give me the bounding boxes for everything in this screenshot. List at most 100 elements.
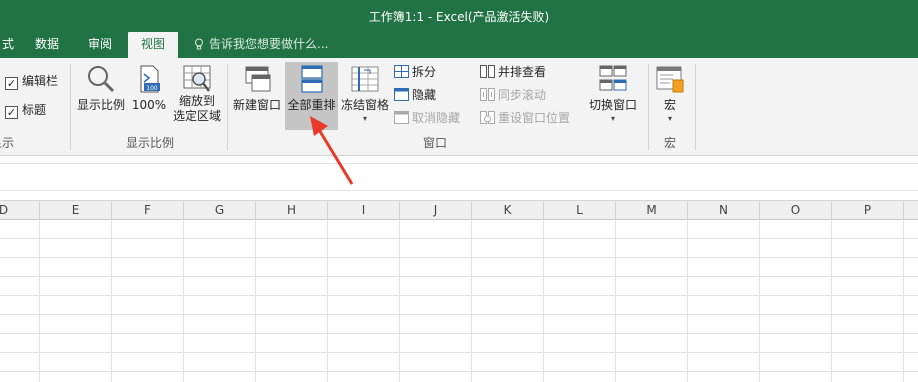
- chevron-down-icon: ▾: [667, 114, 672, 123]
- hide-label: 隐藏: [412, 88, 437, 102]
- grid-column-line: [255, 220, 256, 382]
- sync-scroll-button[interactable]: 同步滚动: [480, 86, 546, 106]
- zoom-label: 显示比例: [76, 98, 125, 112]
- split-icon: [394, 65, 409, 78]
- separator: [695, 64, 696, 150]
- column-header-o[interactable]: O: [760, 201, 832, 220]
- macro-icon: [656, 66, 684, 93]
- freeze-panes-icon: [351, 66, 379, 92]
- column-header-i[interactable]: I: [328, 201, 400, 220]
- grid-column-line: [399, 220, 400, 382]
- column-header-f[interactable]: F: [112, 201, 184, 220]
- formula-bar-checkbox[interactable]: ✓ 编辑栏: [5, 72, 58, 92]
- split-label: 拆分: [412, 65, 437, 79]
- split-button[interactable]: 拆分: [394, 63, 436, 83]
- window-title: 工作簿1:1 - Excel(产品激活失败): [368, 10, 550, 24]
- column-header-k[interactable]: K: [472, 201, 544, 220]
- new-window-button[interactable]: 新建窗口: [230, 64, 284, 130]
- zoom-group-label: 显示比例: [125, 136, 174, 150]
- zoom-selection-line2: 选定区域: [172, 109, 221, 123]
- zoom-to-selection-button[interactable]: 缩放到 选定区域: [170, 64, 224, 130]
- tab-data[interactable]: 数据: [24, 32, 70, 58]
- zoom-100-label: 100%: [131, 98, 167, 112]
- tab-review[interactable]: 审阅: [76, 32, 124, 58]
- macros-group-label: 宏: [663, 136, 676, 150]
- grid-row-line: [0, 257, 918, 258]
- column-header-e[interactable]: E: [40, 201, 112, 220]
- grid-column-line: [543, 220, 544, 382]
- unhide-window-icon: [394, 111, 409, 124]
- separator: [227, 64, 228, 150]
- grid-column-line: [39, 220, 40, 382]
- sync-scroll-icon: [480, 88, 495, 101]
- macros-label: 宏: [663, 98, 676, 112]
- chevron-down-icon: ▾: [610, 114, 615, 123]
- column-header-n[interactable]: N: [688, 201, 760, 220]
- column-header-h[interactable]: H: [256, 201, 328, 220]
- lightbulb-icon: [195, 38, 203, 50]
- ribbon-tab-strip: 式 数据 审阅 视图 告诉我您想要做什么...: [0, 32, 918, 58]
- grid-row-line: [0, 238, 918, 239]
- unhide-button[interactable]: 取消隐藏: [394, 109, 460, 129]
- side-by-side-label: 并排查看: [498, 65, 547, 79]
- headings-label: 标题: [22, 103, 47, 117]
- checkbox-checked-icon: ✓: [5, 77, 18, 90]
- checkbox-checked-icon: ✓: [5, 106, 18, 119]
- grid-row-line: [0, 295, 918, 296]
- unhide-label: 取消隐藏: [412, 111, 461, 125]
- grid-column-line: [615, 220, 616, 382]
- grid-row-line: [0, 314, 918, 315]
- ribbon-view: ✓ 编辑栏 ✓ 标题 显示 显示比例 100 100%: [0, 58, 918, 156]
- grid-column-line: [687, 220, 688, 382]
- grid-row-line: [0, 371, 918, 372]
- separator: [648, 64, 649, 150]
- column-header-j[interactable]: J: [400, 201, 472, 220]
- grid-row-line: [0, 352, 918, 353]
- tab-formulas-partial[interactable]: 式: [0, 32, 16, 58]
- zoom-selection-icon: [183, 65, 211, 92]
- column-header-p[interactable]: P: [832, 201, 904, 220]
- show-group-label: 显示: [0, 136, 14, 150]
- formula-bar-label: 编辑栏: [22, 74, 59, 88]
- reset-position-label: 重设窗口位置: [498, 111, 571, 125]
- arrange-all-icon: [300, 65, 323, 93]
- reset-position-icon: [480, 111, 495, 124]
- grid-column-line: [759, 220, 760, 382]
- side-by-side-icon: [480, 65, 495, 78]
- grid-column-line: [327, 220, 328, 382]
- grid-column-line: [111, 220, 112, 382]
- headings-checkbox[interactable]: ✓ 标题: [5, 101, 46, 121]
- column-headers: DEFGHIJKLMNOP: [0, 201, 918, 220]
- separator: [70, 64, 71, 150]
- column-header-m[interactable]: M: [616, 201, 688, 220]
- new-window-icon: [245, 66, 271, 92]
- column-header-g[interactable]: G: [184, 201, 256, 220]
- switch-windows-button[interactable]: 切换窗口 ▾: [583, 64, 643, 134]
- hide-window-icon: [394, 88, 409, 101]
- tell-me-placeholder: 告诉我您想要做什么...: [209, 37, 329, 51]
- column-header-l[interactable]: L: [544, 201, 616, 220]
- grid-column-line: [903, 220, 904, 382]
- window-group-label: 窗口: [422, 136, 447, 150]
- formula-input[interactable]: [0, 163, 918, 191]
- svg-text:100: 100: [146, 85, 158, 92]
- hide-button[interactable]: 隐藏: [394, 86, 436, 106]
- zoom-100-icon: 100: [140, 65, 160, 93]
- switch-windows-icon: [599, 65, 627, 91]
- macros-button[interactable]: 宏 ▾: [652, 64, 688, 134]
- grid-column-line: [183, 220, 184, 382]
- tell-me-box[interactable]: 告诉我您想要做什么...: [194, 32, 328, 58]
- new-window-label: 新建窗口: [232, 98, 281, 112]
- grid-column-line: [831, 220, 832, 382]
- view-side-by-side-button[interactable]: 并排查看: [480, 63, 546, 83]
- annotation-arrow-icon: [310, 116, 354, 185]
- reset-window-position-button[interactable]: 重设窗口位置: [480, 109, 570, 129]
- magnifier-icon: [88, 66, 115, 93]
- zoom-100-button[interactable]: 100 100%: [131, 64, 167, 130]
- cell-grid[interactable]: [0, 220, 918, 382]
- zoom-button[interactable]: 显示比例: [76, 64, 126, 130]
- zoom-selection-line1: 缩放到: [178, 94, 215, 108]
- tab-view[interactable]: 视图: [128, 32, 178, 58]
- column-header-d[interactable]: D: [0, 201, 40, 220]
- grid-column-line: [471, 220, 472, 382]
